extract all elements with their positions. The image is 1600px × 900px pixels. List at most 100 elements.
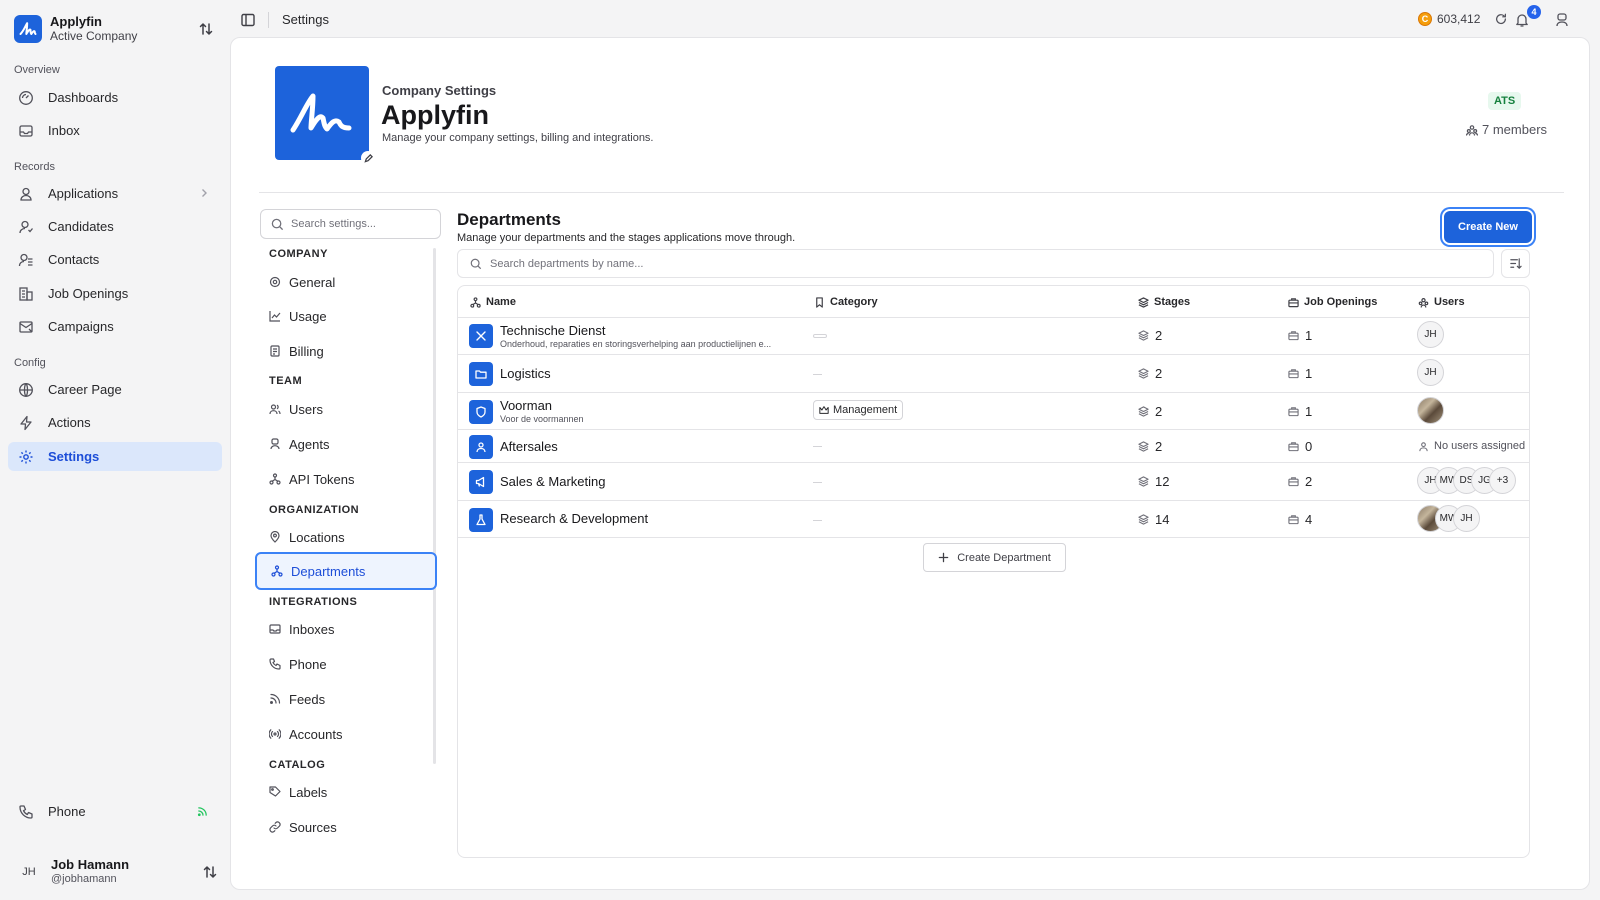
settings-search-placeholder: Search settings... xyxy=(291,218,376,230)
departments-search-input[interactable]: Search departments by name... xyxy=(457,249,1494,278)
stages-value: 2 xyxy=(1155,404,1163,419)
table-row[interactable]: Research & Development 14 4 MW JH xyxy=(458,501,1529,538)
section-records: Records xyxy=(14,161,55,173)
job-openings-value: 4 xyxy=(1305,512,1313,527)
stages-cell: 2 xyxy=(1138,366,1162,381)
nav-applications[interactable]: Applications xyxy=(8,179,222,208)
settings-item-agents[interactable]: Agents xyxy=(255,425,437,463)
job-openings-cell: 1 xyxy=(1288,366,1312,381)
nav-candidates[interactable]: Candidates xyxy=(8,212,222,241)
create-new-button[interactable]: Create New xyxy=(1444,211,1532,243)
layers-icon xyxy=(1138,441,1149,452)
settings-search-input[interactable]: Search settings... xyxy=(260,209,441,239)
nav-label: Contacts xyxy=(48,252,100,267)
category-tag[interactable]: Management xyxy=(813,400,904,420)
nav-campaigns[interactable]: Campaigns xyxy=(8,312,222,341)
department-subtitle: Voor de voormannen xyxy=(500,414,584,424)
tools-icon xyxy=(469,324,493,348)
settings-item-label: Usage xyxy=(289,308,327,324)
members-count[interactable]: 7 members xyxy=(1466,122,1547,137)
settings-item-locations[interactable]: Locations xyxy=(255,518,437,556)
job-openings-value: 2 xyxy=(1305,474,1313,489)
switch-user-icon[interactable] xyxy=(202,864,218,880)
table-row[interactable]: Voorman Voor de voormannen Management 2 … xyxy=(458,393,1529,430)
column-header-stages[interactable]: Stages xyxy=(1138,296,1190,308)
switch-workspace-icon[interactable] xyxy=(198,21,214,37)
campaigns-icon xyxy=(18,319,34,335)
edit-logo-icon[interactable] xyxy=(361,151,375,165)
department-name: Research & Development xyxy=(500,511,649,526)
settings-item-labels[interactable]: Labels xyxy=(255,773,437,811)
network-icon xyxy=(269,473,281,485)
column-header-job-openings[interactable]: Job Openings xyxy=(1288,296,1377,308)
nav-settings[interactable]: Settings xyxy=(8,442,222,471)
stages-value: 2 xyxy=(1155,328,1163,343)
settings-item-departments[interactable]: Departments xyxy=(255,552,437,590)
stages-cell: 2 xyxy=(1138,404,1162,419)
agent-icon[interactable] xyxy=(1554,12,1570,28)
settings-item-billing[interactable]: Billing xyxy=(255,332,437,370)
nav-label: Actions xyxy=(48,415,91,430)
phone-label: Phone xyxy=(48,804,86,819)
settings-item-label: Labels xyxy=(289,784,328,800)
refresh-icon[interactable] xyxy=(1494,12,1510,28)
nav-career-page[interactable]: Career Page xyxy=(8,375,222,404)
credits-value: 603,412 xyxy=(1437,12,1481,26)
notification-count-badge: 4 xyxy=(1527,5,1541,19)
company-description: Manage your company settings, billing an… xyxy=(382,132,654,144)
header-divider xyxy=(259,192,1564,193)
settings-item-accounts[interactable]: Accounts xyxy=(255,715,437,753)
settings-item-sources[interactable]: Sources xyxy=(255,808,437,846)
network-icon xyxy=(470,296,481,308)
credits-balance[interactable]: C 603,412 xyxy=(1418,12,1480,26)
avatar[interactable]: JH xyxy=(1417,359,1444,386)
department-name: Logistics xyxy=(500,366,551,381)
avatar[interactable]: JH xyxy=(1453,505,1480,532)
column-header-users[interactable]: Users xyxy=(1418,296,1465,308)
column-header-category[interactable]: Category xyxy=(814,296,878,308)
table-row[interactable]: Technische Dienst Onderhoud, reparaties … xyxy=(458,317,1529,355)
inbox-icon xyxy=(18,123,34,139)
settings-item-usage[interactable]: Usage xyxy=(255,297,437,335)
phone-icon xyxy=(269,658,281,670)
nav-dashboards[interactable]: Dashboards xyxy=(8,83,222,112)
settings-item-users[interactable]: Users xyxy=(255,390,437,428)
phone-status[interactable]: Phone xyxy=(8,797,222,826)
search-icon xyxy=(470,258,482,270)
settings-item-phone[interactable]: Phone xyxy=(255,645,437,683)
workspace-switcher[interactable]: Applyfin Active Company xyxy=(14,14,214,44)
settings-item-general[interactable]: General xyxy=(255,263,437,301)
sort-button[interactable] xyxy=(1501,249,1530,278)
receipt-icon xyxy=(269,345,281,357)
group-company: COMPANY xyxy=(269,248,328,260)
briefcase-icon xyxy=(1288,297,1299,308)
stages-value: 12 xyxy=(1155,474,1170,489)
sidebar-toggle-icon[interactable] xyxy=(240,12,256,28)
briefcase-icon xyxy=(1288,476,1299,487)
department-name: Sales & Marketing xyxy=(500,474,606,489)
avatar[interactable]: JH xyxy=(1417,321,1444,348)
table-row[interactable]: Logistics 2 1 JH xyxy=(458,355,1529,393)
layers-icon xyxy=(1138,296,1149,308)
settings-item-api-tokens[interactable]: API Tokens xyxy=(255,460,437,498)
stages-value: 14 xyxy=(1155,512,1170,527)
column-label: Stages xyxy=(1154,296,1191,308)
nav-inbox[interactable]: Inbox xyxy=(8,116,222,145)
nav-actions[interactable]: Actions xyxy=(8,408,222,437)
layers-icon xyxy=(1138,368,1149,379)
more-users-badge[interactable]: +3 xyxy=(1489,467,1516,494)
nav-contacts[interactable]: Contacts xyxy=(8,245,222,274)
job-openings-cell: 4 xyxy=(1288,512,1312,527)
create-department-button[interactable]: Create Department xyxy=(923,543,1066,572)
settings-item-inboxes[interactable]: Inboxes xyxy=(255,610,437,648)
table-row[interactable]: Aftersales 2 0 No users assigned xyxy=(458,430,1529,463)
settings-item-feeds[interactable]: Feeds xyxy=(255,680,437,718)
avatar: JH xyxy=(14,857,44,887)
nav-job-openings[interactable]: Job Openings xyxy=(8,279,222,308)
table-row[interactable]: Sales & Marketing 12 2 JH MW DS JG +3 xyxy=(458,463,1529,501)
settings-item-label: Inboxes xyxy=(289,621,335,637)
user-photo-avatar[interactable] xyxy=(1417,397,1444,424)
column-header-name[interactable]: Name xyxy=(470,296,516,308)
user-menu[interactable]: JH Job Hamann @jobhamann xyxy=(14,855,218,889)
company-logo[interactable] xyxy=(275,66,369,160)
